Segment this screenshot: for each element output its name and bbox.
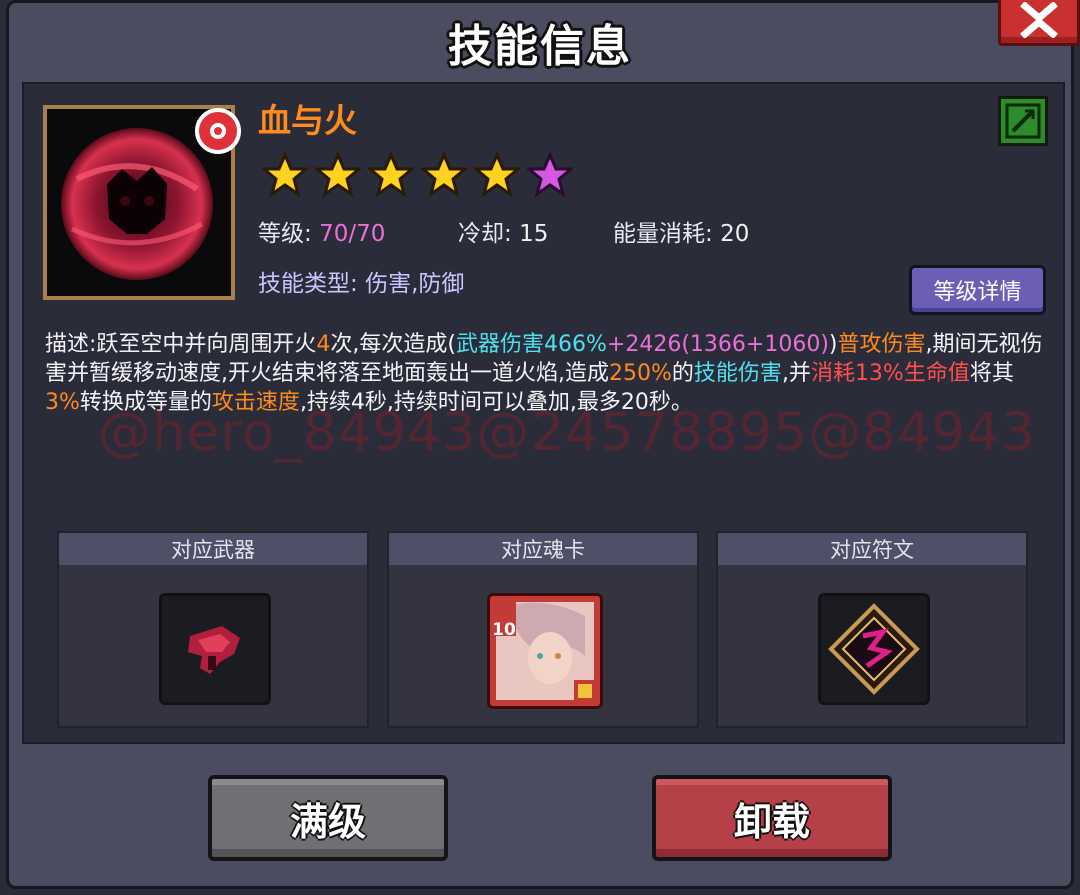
- slot-soul-card: 对应魂卡 10: [387, 531, 699, 728]
- desc-flat-damage: 2426(1366+1060): [625, 332, 829, 357]
- max-level-button[interactable]: 满级: [208, 775, 448, 861]
- slot-weapon: 对应武器: [57, 531, 369, 728]
- unload-button[interactable]: 卸载: [652, 775, 892, 861]
- rune-diamond-icon: [828, 603, 920, 695]
- desc-text: ): [828, 332, 838, 357]
- skill-type-label: 技能类型:: [258, 271, 358, 297]
- desc-normal-attack: 普攻伤害: [837, 332, 926, 357]
- close-button[interactable]: [998, 0, 1080, 46]
- gold-star-icon: [262, 152, 308, 198]
- energy-stat: 能量消耗: 20: [613, 214, 749, 248]
- watermark: @hero_84943@24578895@84943: [98, 402, 1036, 463]
- level-value: 70/70: [319, 221, 386, 247]
- desc-text: 将其: [969, 361, 1014, 386]
- cooldown-stat: 冷却: 15: [458, 214, 548, 248]
- desc-hp-cost: 消耗13%生命值: [810, 361, 970, 386]
- star-rating: [262, 152, 573, 198]
- gold-star-icon: [315, 152, 361, 198]
- cooldown-value: 15: [519, 221, 549, 247]
- slot-rune-item[interactable]: [818, 593, 930, 705]
- cooldown-label: 冷却:: [458, 221, 512, 247]
- desc-text: ,并: [781, 361, 811, 386]
- energy-label: 能量消耗:: [613, 221, 713, 247]
- desc-weapon-damage: 武器伤害466%: [456, 332, 607, 357]
- green-weapon-type-icon: [998, 96, 1048, 146]
- slot-soul-card-item[interactable]: 10: [487, 593, 603, 709]
- desc-text: 的: [671, 361, 694, 386]
- slot-weapon-title: 对应武器: [59, 533, 367, 565]
- desc-text: 描述:跃至空中并向周围开火: [45, 332, 317, 357]
- desc-text: 次,每次造成(: [330, 332, 456, 357]
- soul-card-portrait: [494, 600, 596, 702]
- slot-soul-card-title: 对应魂卡: [389, 533, 697, 565]
- desc-percent-3: 3%: [45, 390, 80, 415]
- skill-name: 血与火: [258, 101, 357, 140]
- gold-star-icon: [421, 152, 467, 198]
- close-icon: [1020, 2, 1058, 38]
- slot-weapon-item[interactable]: [159, 593, 271, 705]
- slot-rune: 对应符文: [716, 531, 1028, 728]
- gold-star-icon: [368, 152, 414, 198]
- level-label: 等级:: [258, 221, 312, 247]
- energy-value: 20: [720, 221, 750, 247]
- desc-percent-250: 250%: [609, 361, 672, 386]
- desc-count: 4: [316, 332, 331, 357]
- gold-star-icon: [474, 152, 520, 198]
- level-detail-button[interactable]: 等级详情: [909, 265, 1046, 315]
- red-badge-icon: [193, 106, 243, 156]
- purple-star-icon: [527, 152, 573, 198]
- crimson-gun-icon: [188, 626, 240, 674]
- soul-card-level: 10: [492, 620, 516, 640]
- desc-skill-damage: 技能伤害: [693, 361, 782, 386]
- dialog-title: 技能信息: [448, 21, 632, 72]
- skill-type: 技能类型: 伤害,防御: [258, 264, 464, 298]
- slot-rune-title: 对应符文: [718, 533, 1026, 565]
- level-stat: 等级: 70/70: [258, 214, 385, 248]
- desc-plus: +: [606, 332, 626, 357]
- skill-type-value: 伤害,防御: [365, 271, 465, 297]
